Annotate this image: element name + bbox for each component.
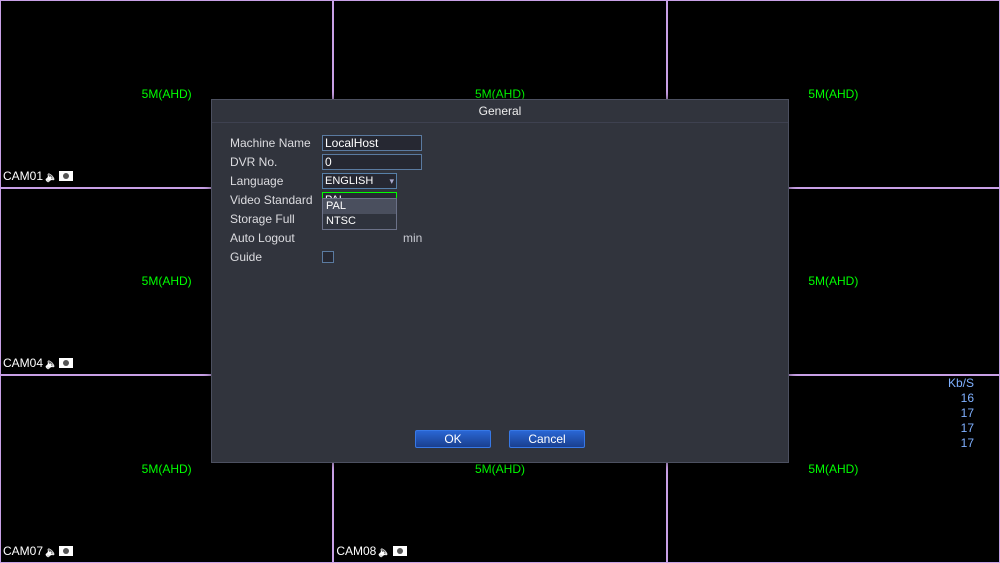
camera-res-label: 5M(AHD) bbox=[142, 462, 192, 476]
stats-row: 16 bbox=[948, 391, 974, 406]
dvr-no-input[interactable]: 0 bbox=[322, 154, 422, 170]
guide-checkbox[interactable] bbox=[322, 251, 334, 263]
dialog-title: General bbox=[212, 100, 788, 123]
record-icon bbox=[59, 546, 73, 556]
stats-row: 17 bbox=[948, 421, 974, 436]
dvr-no-label: DVR No. bbox=[230, 155, 322, 169]
ok-button[interactable]: OK bbox=[415, 430, 491, 448]
speaker-icon bbox=[45, 544, 57, 558]
machine-name-input[interactable]: LocalHost bbox=[322, 135, 422, 151]
video-standard-dropdown: PAL NTSC bbox=[322, 198, 397, 230]
dropdown-option-ntsc[interactable]: NTSC bbox=[323, 214, 396, 229]
video-standard-label: Video Standard bbox=[230, 193, 322, 207]
camera-res-label: 5M(AHD) bbox=[475, 462, 525, 476]
speaker-icon bbox=[45, 169, 57, 183]
chevron-down-icon: ▾ bbox=[389, 174, 394, 188]
guide-label: Guide bbox=[230, 250, 322, 264]
camera-name-label: CAM04 bbox=[3, 356, 73, 370]
storage-full-label: Storage Full bbox=[230, 212, 322, 226]
camera-res-label: 5M(AHD) bbox=[142, 87, 192, 101]
record-icon bbox=[59, 171, 73, 181]
language-label: Language bbox=[230, 174, 322, 188]
general-settings-dialog: General Machine Name LocalHost DVR No. 0… bbox=[211, 99, 789, 463]
camera-name-label: CAM07 bbox=[3, 544, 73, 558]
cancel-button[interactable]: Cancel bbox=[509, 430, 585, 448]
machine-name-label: Machine Name bbox=[230, 136, 322, 150]
speaker-icon bbox=[45, 356, 57, 370]
record-icon bbox=[59, 358, 73, 368]
camera-name-label: CAM01 bbox=[3, 169, 73, 183]
bitrate-stats: Kb/S 16 17 17 17 bbox=[948, 376, 974, 451]
camera-name-label: CAM08 bbox=[336, 544, 406, 558]
stats-row: 17 bbox=[948, 436, 974, 451]
speaker-icon bbox=[378, 544, 390, 558]
dropdown-option-pal[interactable]: PAL bbox=[323, 199, 396, 214]
record-icon bbox=[393, 546, 407, 556]
stats-row: 17 bbox=[948, 406, 974, 421]
auto-logout-label: Auto Logout bbox=[230, 231, 322, 245]
language-select[interactable]: ENGLISH ▾ bbox=[322, 173, 397, 189]
camera-res-label: 5M(AHD) bbox=[808, 87, 858, 101]
camera-res-label: 5M(AHD) bbox=[808, 274, 858, 288]
camera-res-label: 5M(AHD) bbox=[808, 462, 858, 476]
stats-header: Kb/S bbox=[948, 376, 974, 391]
auto-logout-unit: min bbox=[403, 231, 422, 245]
camera-res-label: 5M(AHD) bbox=[142, 274, 192, 288]
